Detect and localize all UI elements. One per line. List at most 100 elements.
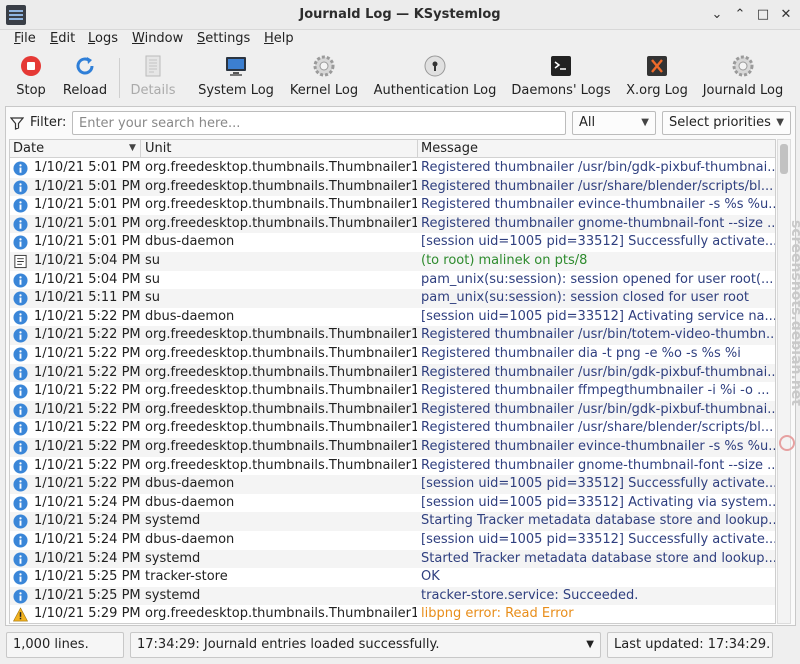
status-history-select[interactable]: 17:34:29: Journald entries loaded succes… xyxy=(130,632,601,658)
table-row[interactable]: 1/10/21 5:24 PM systemd Starting Tracker m… xyxy=(10,512,775,531)
details-button[interactable]: Details xyxy=(128,52,178,102)
table-row[interactable]: 1/10/21 5:01 PM dbus-daemon [session uid=1… xyxy=(10,233,775,252)
row-date: 1/10/21 5:01 PM xyxy=(34,197,141,213)
row-message: Registered thumbnailer /usr/bin/totem-vi… xyxy=(421,327,775,343)
watermark: screenshots.debian.net xyxy=(779,220,800,451)
stop-button[interactable]: Stop xyxy=(10,52,52,102)
row-date: 1/10/21 5:29 PM xyxy=(34,606,141,622)
table-row[interactable]: 1/10/21 5:22 PM org.freedesktop.thumbnail… xyxy=(10,438,775,457)
table-row[interactable]: 1/10/21 5:04 PM su pam_unix(su:session): s… xyxy=(10,271,775,290)
info-icon xyxy=(13,198,28,213)
table-row[interactable]: 1/10/21 5:22 PM org.freedesktop.thumbnail… xyxy=(10,363,775,383)
chevron-down-icon: ▼ xyxy=(641,117,649,128)
filter-label: Filter: xyxy=(30,115,67,130)
row-unit: dbus-daemon xyxy=(145,494,235,510)
table-row[interactable]: 1/10/21 5:11 PM su pam_unix(su:session): s… xyxy=(10,289,775,308)
window-minimize-button[interactable]: ⌃ xyxy=(731,6,749,24)
column-divider[interactable] xyxy=(140,140,141,158)
info-icon xyxy=(13,421,28,436)
column-header-message[interactable]: Message xyxy=(421,141,478,156)
row-date: 1/10/21 5:04 PM xyxy=(34,271,141,287)
system-log-button[interactable]: System Log xyxy=(197,52,275,102)
column-header-unit[interactable]: Unit xyxy=(145,141,171,156)
column-header-date[interactable]: Date xyxy=(13,141,44,156)
row-unit: org.freedesktop.thumbnails.Thumbnailer1 xyxy=(145,327,417,343)
row-date: 1/10/21 5:01 PM xyxy=(34,178,141,194)
row-unit: org.freedesktop.thumbnails.Thumbnailer1 xyxy=(145,178,417,194)
row-unit: org.freedesktop.thumbnails.Thumbnailer1 xyxy=(145,160,417,175)
row-unit: org.freedesktop.thumbnails.Thumbnailer1 xyxy=(145,215,417,231)
filter-icon xyxy=(10,117,24,130)
toolbar-separator xyxy=(119,58,120,98)
row-unit: su xyxy=(145,253,161,268)
status-bar: 1,000 lines. 17:34:29: Journald entries … xyxy=(0,630,800,660)
menu-window[interactable]: Window xyxy=(132,31,183,46)
table-row[interactable]: 1/10/21 5:24 PM dbus-daemon [session uid=1… xyxy=(10,531,775,550)
search-input[interactable] xyxy=(72,111,566,135)
xorg-icon xyxy=(647,56,667,76)
status-message: 17:34:29: Journald entries loaded succes… xyxy=(137,637,440,652)
menu-settings[interactable]: Settings xyxy=(197,31,250,46)
authentication-log-button[interactable]: Authentication Log xyxy=(373,52,497,102)
table-row[interactable]: 1/10/21 5:22 PM org.freedesktop.thumbnail… xyxy=(10,400,775,420)
window-close-button[interactable]: ✕ xyxy=(777,6,795,24)
menu-help[interactable]: Help xyxy=(264,31,294,46)
table-row[interactable]: 1/10/21 5:25 PM systemd tracker-store.serv… xyxy=(10,586,775,606)
row-date: 1/10/21 5:22 PM xyxy=(34,346,141,361)
table-row[interactable]: 1/10/21 5:22 PM dbus-daemon [session uid=1… xyxy=(10,308,775,327)
priorities-select[interactable]: Select priorities ▼ xyxy=(662,111,791,135)
row-unit: dbus-daemon xyxy=(145,476,235,492)
table-row[interactable]: 1/10/21 5:25 PM tracker-store OK xyxy=(10,568,775,587)
table-row[interactable]: 1/10/21 5:22 PM org.freedesktop.thumbnail… xyxy=(10,419,775,438)
sort-descending-icon: ▼ xyxy=(129,143,136,153)
table-row[interactable]: 1/10/21 5:22 PM dbus-daemon [session uid=1… xyxy=(10,475,775,494)
table-row[interactable]: 1/10/21 5:22 PM org.freedesktop.thumbnail… xyxy=(10,345,775,364)
row-message: Started Tracker metadata database store … xyxy=(421,550,775,566)
table-row[interactable]: 1/10/21 5:29 PM org.freedesktop.thumbnail… xyxy=(10,605,775,623)
row-unit: org.freedesktop.thumbnails.Thumbnailer1 xyxy=(145,364,417,380)
row-date: 1/10/21 5:22 PM xyxy=(34,327,141,343)
row-date: 1/10/21 5:22 PM xyxy=(34,364,141,380)
info-icon xyxy=(13,403,28,418)
reload-icon xyxy=(76,57,94,75)
xorg-log-label: X.org Log xyxy=(626,83,688,98)
table-row[interactable]: 1/10/21 5:22 PM org.freedesktop.thumbnail… xyxy=(10,326,775,345)
row-unit: su xyxy=(145,271,161,287)
row-message: Registered thumbnailer /usr/bin/gdk-pixb… xyxy=(421,401,775,417)
menu-edit[interactable]: Edit xyxy=(50,31,75,46)
table-row[interactable]: 1/10/21 5:01 PM org.freedesktop.thumbnail… xyxy=(10,196,775,215)
filter-scope-select[interactable]: All ▼ xyxy=(572,111,656,135)
row-date: 1/10/21 5:25 PM xyxy=(34,587,141,603)
table-row[interactable]: 1/10/21 5:24 PM dbus-daemon [session uid=1… xyxy=(10,494,775,513)
kernel-log-button[interactable]: Kernel Log xyxy=(289,52,359,102)
scrollbar-thumb[interactable] xyxy=(780,144,788,174)
window-maximize-button[interactable]: □ xyxy=(754,6,772,24)
reload-label: Reload xyxy=(62,83,108,98)
reload-button[interactable]: Reload xyxy=(60,52,110,102)
info-icon xyxy=(13,217,28,232)
journald-log-button[interactable]: Journald Log xyxy=(701,52,785,102)
daemons-logs-button[interactable]: Daemons' Logs xyxy=(510,52,612,102)
menu-file[interactable]: File xyxy=(14,31,36,46)
table-row[interactable]: 1/10/21 5:22 PM org.freedesktop.thumbnail… xyxy=(10,382,775,401)
line-count: 1,000 lines. xyxy=(6,632,124,658)
table-row[interactable]: 1/10/21 5:24 PM systemd Started Tracker me… xyxy=(10,549,775,569)
table-row[interactable]: 1/10/21 5:04 PM su (to root) malinek on pt… xyxy=(10,252,775,271)
row-message: [session uid=1005 pid=33512] Successfull… xyxy=(421,476,775,492)
table-row[interactable]: 1/10/21 5:01 PM org.freedesktop.thumbnail… xyxy=(10,214,775,234)
filter-scope-value: All xyxy=(579,115,596,130)
table-row[interactable]: 1/10/21 5:22 PM org.freedesktop.thumbnail… xyxy=(10,457,775,476)
row-message: Registered thumbnailer dia -t png -e %o … xyxy=(421,346,741,361)
info-icon xyxy=(13,366,28,381)
chevron-down-icon: ▼ xyxy=(776,117,784,128)
daemons-logs-label: Daemons' Logs xyxy=(511,83,611,98)
menu-logs[interactable]: Logs xyxy=(88,31,118,46)
xorg-log-button[interactable]: X.org Log xyxy=(624,52,690,102)
info-icon xyxy=(13,459,28,474)
table-row[interactable]: 1/10/21 5:01 PM org.freedesktop.thumbnail… xyxy=(10,159,775,178)
window-collapse-button[interactable]: ⌄ xyxy=(708,6,726,24)
column-divider[interactable] xyxy=(417,140,418,158)
table-row[interactable]: 1/10/21 5:01 PM org.freedesktop.thumbnail… xyxy=(10,177,775,197)
row-message: [session uid=1005 pid=33512] Activating … xyxy=(421,494,775,510)
info-icon xyxy=(13,570,28,585)
